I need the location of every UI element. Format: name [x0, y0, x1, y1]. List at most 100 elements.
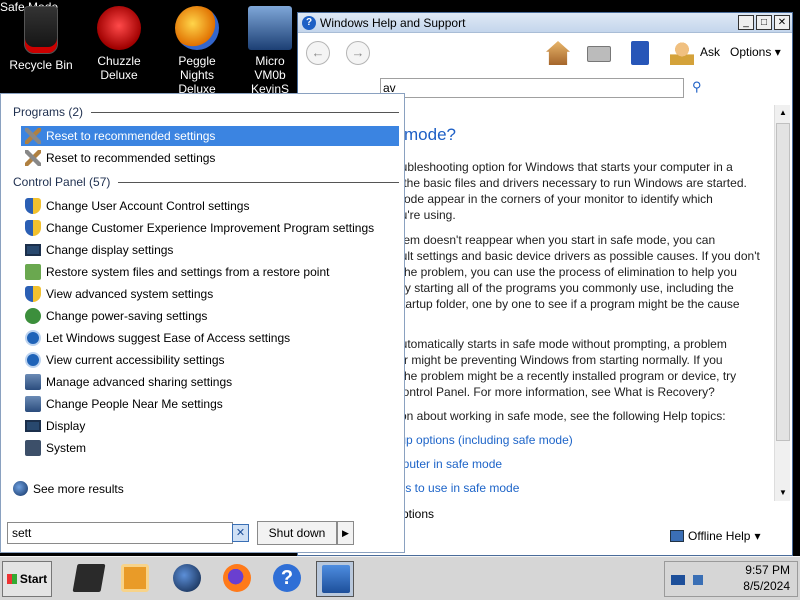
desktop-icon-label: Micro VM0b KevinS — [250, 54, 290, 96]
browse-help-icon[interactable] — [631, 41, 649, 65]
start-menu: Programs (2) Reset to recommended settin… — [0, 93, 405, 553]
shield-icon — [25, 198, 41, 214]
taskbar-app-browser[interactable] — [168, 561, 206, 597]
clear-search-icon[interactable]: ✕ — [232, 524, 249, 542]
result-label: Change User Account Control settings — [46, 199, 250, 213]
search-result-control-panel[interactable]: View current accessibility settings — [21, 350, 399, 370]
search-result-control-panel[interactable]: System — [21, 438, 399, 458]
desktop-icon-chuzzle[interactable]: Chuzzle Deluxe — [82, 6, 156, 82]
result-label: Reset to recommended settings — [46, 129, 216, 143]
desktop-icon-label: Peggle Nights Deluxe — [178, 54, 216, 96]
search-result-control-panel[interactable]: Change power-saving settings — [21, 306, 399, 326]
programs-group-header: Programs (2) — [13, 105, 399, 119]
monitor-icon — [25, 244, 41, 256]
article-line: ault settings and basic device drivers a… — [394, 249, 760, 263]
taskbar-app-tablet[interactable] — [70, 561, 108, 597]
search-result-control-panel[interactable]: Display — [21, 416, 399, 436]
volume-icon[interactable] — [693, 575, 703, 585]
search-result-program[interactable]: Reset to recommended settings — [21, 148, 399, 168]
help-search-input[interactable]: av — [380, 78, 684, 98]
help-scrollbar[interactable]: ▲ ▼ — [774, 105, 790, 501]
offline-help-icon — [670, 530, 684, 542]
chuzzle-icon — [97, 6, 141, 50]
result-label: Change People Near Me settings — [46, 397, 223, 411]
globe-icon — [173, 564, 201, 592]
print-icon[interactable] — [587, 46, 611, 62]
peggle-icon — [175, 6, 219, 50]
result-label: Display — [46, 419, 86, 433]
start-button[interactable]: Start — [2, 561, 52, 597]
see-more-label: See more results — [33, 481, 124, 496]
result-label: System — [46, 441, 87, 455]
article-line: tion about working in safe mode, see the… — [394, 409, 726, 423]
maximize-button[interactable]: □ — [756, 15, 772, 30]
network-tray-icon[interactable] — [671, 575, 685, 585]
home-icon[interactable] — [546, 41, 570, 65]
clock-time[interactable]: 9:57 PM — [722, 563, 790, 577]
control-panel-group-header: Control Panel (57) — [13, 175, 399, 189]
help-window-title: Windows Help and Support — [320, 15, 466, 30]
taskbar-app-media[interactable] — [116, 561, 154, 597]
back-button[interactable]: ← — [306, 41, 330, 65]
search-result-control-panel[interactable]: Let Windows suggest Ease of Access setti… — [21, 328, 399, 348]
minimize-button[interactable]: _ — [738, 15, 754, 30]
search-globe-icon — [13, 481, 28, 496]
shutdown-button[interactable]: Shut down — [257, 521, 337, 545]
help-topic-link[interactable]: ols to use in safe mode — [396, 481, 519, 495]
ask-button[interactable]: Ask — [700, 45, 720, 59]
forward-button[interactable]: → — [346, 41, 370, 65]
offline-help-button[interactable]: Offline Help ▾ — [670, 529, 761, 543]
article-line: ter might be preventing Windows from sta… — [394, 353, 723, 367]
taskbar-app-firefox[interactable] — [218, 561, 256, 597]
search-result-control-panel[interactable]: Restore system files and settings from a… — [21, 262, 399, 282]
clock-date[interactable]: 8/5/2024 — [722, 579, 790, 593]
scroll-down-arrow[interactable]: ▼ — [775, 485, 791, 501]
article-line: f the problem, you can use the process o… — [394, 265, 737, 279]
network-icon — [25, 374, 41, 390]
article-line: f the problem might be a recently instal… — [394, 369, 737, 383]
shield-icon — [25, 286, 41, 302]
tablet-icon — [72, 564, 106, 592]
options-button[interactable]: Options ▾ — [730, 45, 781, 59]
help-topic-link[interactable]: nputer in safe mode — [396, 457, 502, 471]
scroll-up-arrow[interactable]: ▲ — [775, 105, 791, 121]
taskbar-app-help-window[interactable] — [316, 561, 354, 597]
result-label: Reset to recommended settings — [46, 151, 216, 165]
help-titlebar[interactable]: ? Windows Help and Support _ □ ✕ — [298, 13, 792, 33]
article-line: Mode appear in the corners of your monit… — [394, 192, 713, 206]
result-label: Restore system files and settings from a… — [46, 265, 330, 279]
search-result-control-panel[interactable]: Change Customer Experience Improvement P… — [21, 218, 399, 238]
search-icon[interactable]: ⚲ — [692, 79, 706, 94]
windows-logo-icon — [6, 574, 17, 584]
result-label: Change Customer Experience Improvement P… — [46, 221, 375, 235]
search-result-control-panel[interactable]: Manage advanced sharing settings — [21, 372, 399, 392]
desktop-icon-label: Chuzzle Deluxe — [97, 54, 141, 82]
monitor-icon — [25, 420, 41, 432]
desktop-icon-recycle-bin[interactable]: Recycle Bin — [4, 6, 78, 72]
result-label: Let Windows suggest Ease of Access setti… — [46, 331, 291, 345]
shutdown-options-arrow[interactable]: ▶ — [337, 521, 354, 545]
search-result-program[interactable]: Reset to recommended settings — [21, 126, 399, 146]
desktop-icon-peggle[interactable]: Peggle Nights Deluxe — [160, 6, 234, 96]
article-line: Startup folder, one by one to see if a p… — [394, 297, 740, 311]
taskbar-app-help[interactable]: ? — [268, 561, 306, 597]
help-topic-link[interactable]: tup options (including safe mode) — [396, 433, 573, 447]
search-result-control-panel[interactable]: View advanced system settings — [21, 284, 399, 304]
restore-icon — [25, 264, 41, 280]
ease-of-access-icon — [25, 352, 41, 368]
search-result-control-panel[interactable]: Change User Account Control settings — [21, 196, 399, 216]
start-search-input[interactable]: sett — [7, 522, 233, 544]
desktop-icon-vm[interactable]: Micro VM0b KevinS — [240, 6, 300, 96]
tools-icon — [25, 150, 41, 166]
see-more-results-link[interactable]: See more results — [13, 481, 124, 496]
result-label: Change power-saving settings — [46, 309, 208, 323]
close-button[interactable]: ✕ — [774, 15, 790, 30]
network-icon — [25, 396, 41, 412]
search-result-control-panel[interactable]: Change People Near Me settings — [21, 394, 399, 414]
tools-icon — [25, 128, 41, 144]
ask-icon[interactable] — [670, 41, 694, 65]
search-result-control-panel[interactable]: Change display settings — [21, 240, 399, 260]
options-text: ptions — [402, 507, 435, 521]
offline-help-label: Offline Help — [688, 529, 751, 543]
scroll-thumb[interactable] — [776, 123, 790, 441]
